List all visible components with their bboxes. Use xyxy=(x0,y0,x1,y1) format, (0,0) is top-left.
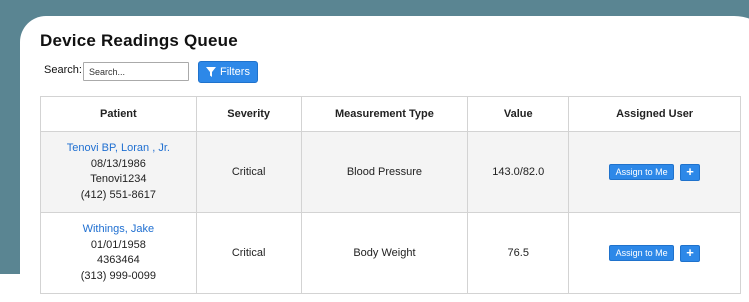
patient-phone: (412) 551-8617 xyxy=(80,188,156,201)
patient-id: Tenovi1234 xyxy=(90,173,147,185)
patient-dob: 01/01/1958 xyxy=(90,238,146,251)
severity-cell: Critical xyxy=(195,212,302,294)
patient-cell: Tenovi BP, Loran , Jr. 08/13/1986 Tenovi… xyxy=(40,131,197,213)
header-assigned-user[interactable]: Assigned User xyxy=(568,96,741,132)
assign-to-me-button[interactable]: Assign to Me xyxy=(609,245,675,261)
table-row: Tenovi BP, Loran , Jr. 08/13/1986 Tenovi… xyxy=(40,131,741,213)
filters-button[interactable]: Filters xyxy=(198,61,258,83)
measurement-type-cell: Body Weight xyxy=(300,212,469,294)
page-title: Device Readings Queue xyxy=(40,31,238,50)
search-label: Search: xyxy=(44,64,82,76)
table-header-row: Patient Severity Measurement Type Value … xyxy=(40,96,741,132)
patient-phone: (313) 999-0099 xyxy=(80,269,156,282)
add-user-button[interactable]: + xyxy=(680,244,701,262)
measurement-type-cell: Blood Pressure xyxy=(300,131,469,213)
table-row: Withings, Jake 01/01/1958 4363464 (313) … xyxy=(40,212,741,294)
header-value[interactable]: Value xyxy=(467,96,570,132)
value-cell: 76.5 xyxy=(467,212,570,294)
backdrop-corner xyxy=(0,274,22,302)
patient-name-link[interactable]: Tenovi BP, Loran , Jr. xyxy=(41,141,196,157)
header-measurement-type[interactable]: Measurement Type xyxy=(300,96,469,132)
header-severity[interactable]: Severity xyxy=(195,96,302,132)
header-patient[interactable]: Patient xyxy=(40,96,197,132)
filter-icon xyxy=(206,67,217,77)
value-cell: 143.0/82.0 xyxy=(467,131,570,213)
patient-id: 4363464 xyxy=(96,254,140,266)
patient-dob: 08/13/1986 xyxy=(90,157,146,170)
patient-name-link[interactable]: Withings, Jake xyxy=(41,222,196,238)
assigned-user-cell: Assign to Me + xyxy=(568,131,741,213)
assign-to-me-button[interactable]: Assign to Me xyxy=(609,164,675,180)
severity-cell: Critical xyxy=(195,131,302,213)
filters-label: Filters xyxy=(220,66,250,78)
device-readings-table: Patient Severity Measurement Type Value … xyxy=(40,96,741,294)
patient-cell: Withings, Jake 01/01/1958 4363464 (313) … xyxy=(40,212,197,294)
add-user-button[interactable]: + xyxy=(680,163,701,181)
search-input[interactable] xyxy=(83,62,189,81)
assigned-user-cell: Assign to Me + xyxy=(568,212,741,294)
